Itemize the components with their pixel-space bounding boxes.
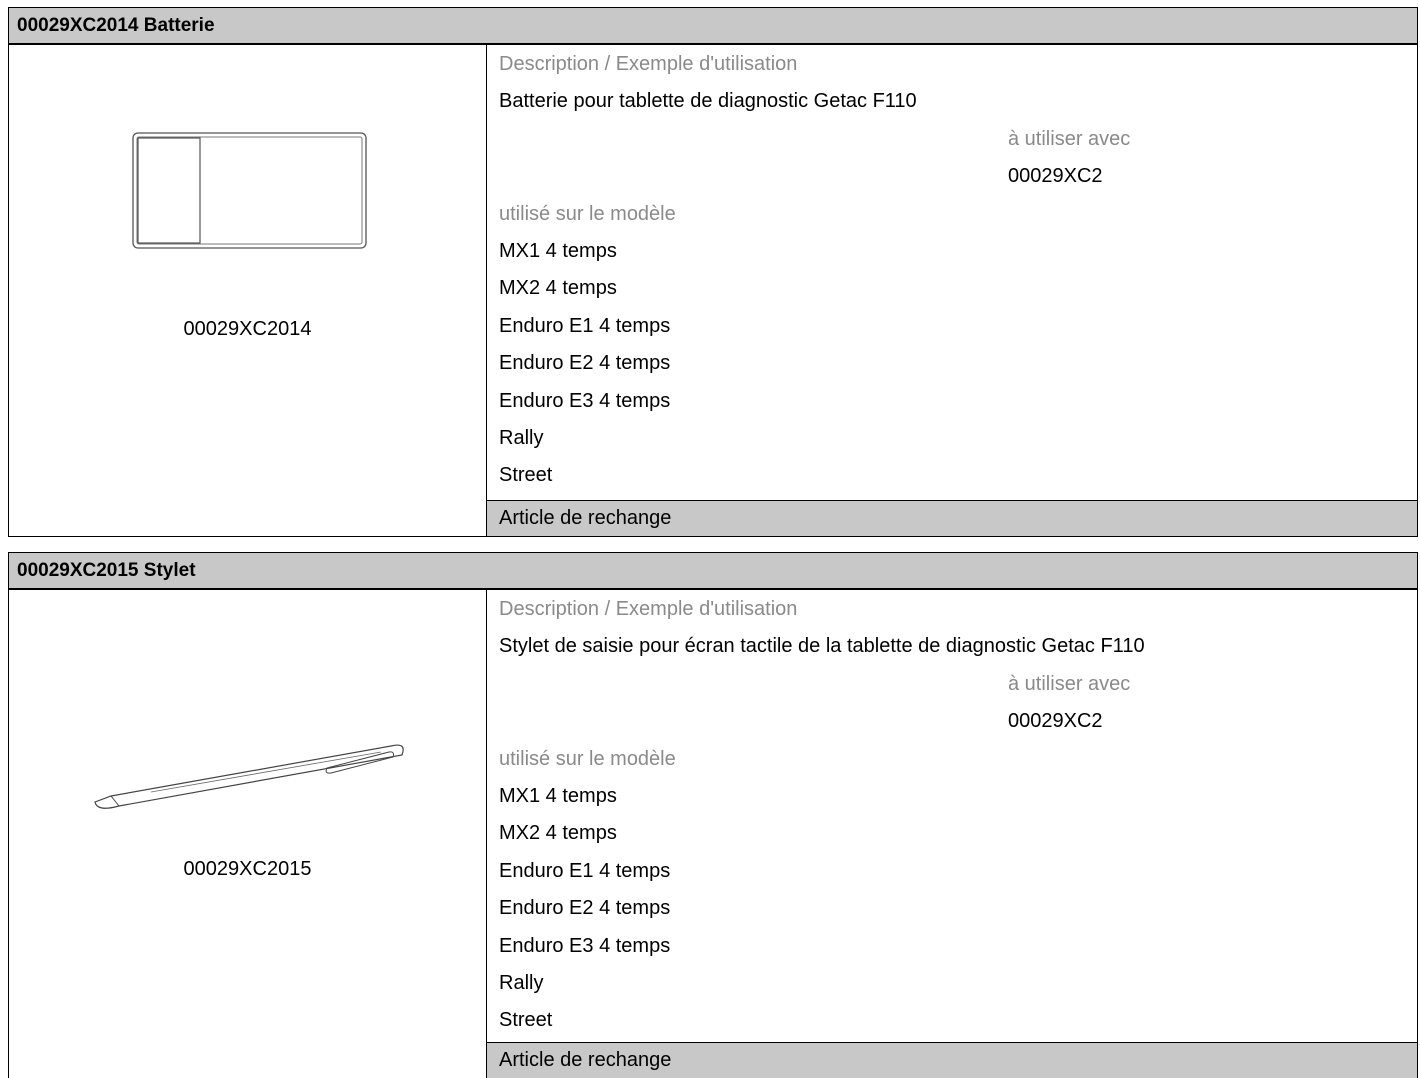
model-item: MX2 4 temps [499,822,617,844]
model-item: MX2 4 temps [499,277,617,299]
model-item: Enduro E1 4 temps [499,860,671,882]
product-header: 00029XC2015 Stylet [8,552,1418,590]
product-header: 00029XC2014 Batterie [8,7,1418,45]
models-label: utilisé sur le modèle [499,748,676,770]
use-with-label: à utiliser avec [1008,128,1131,150]
model-item: Rally [499,972,544,994]
product-image-caption: 00029XC2015 [183,858,312,880]
description-text: Batterie pour tablette de diagnostic Get… [499,90,917,112]
product-card-battery: 00029XC2014 Batterie 00029XC2014 Descrip… [8,7,1418,537]
battery-icon [132,132,367,249]
model-item: Enduro E3 4 temps [499,390,671,412]
model-item: Enduro E2 4 temps [499,897,671,919]
description-label: Description / Exemple d'utilisation [499,598,798,620]
product-info: Description / Exemple d'utilisation Styl… [487,590,1417,1078]
use-with-value: 00029XC2 [1008,710,1103,732]
description-label: Description / Exemple d'utilisation [499,53,798,75]
use-with-label: à utiliser avec [1008,673,1131,695]
product-card-stylus: 00029XC2015 Stylet 00029XC2015 Descripti… [8,552,1418,1078]
model-item: MX1 4 temps [499,240,617,262]
model-item: MX1 4 temps [499,785,617,807]
model-item: Enduro E3 4 temps [499,935,671,957]
model-item: Street [499,464,553,486]
models-label: utilisé sur le modèle [499,203,676,225]
spare-part-bar: Article de rechange [487,500,1417,536]
model-item: Enduro E1 4 temps [499,315,671,337]
stylus-icon [94,744,404,809]
product-image-cell: 00029XC2014 [9,45,486,536]
use-with-value: 00029XC2 [1008,165,1103,187]
product-info: Description / Exemple d'utilisation Batt… [487,45,1417,536]
spare-part-bar: Article de rechange [487,1042,1417,1078]
product-image-cell: 00029XC2015 [9,590,486,1078]
model-item: Enduro E2 4 temps [499,352,671,374]
model-item: Rally [499,427,544,449]
description-text: Stylet de saisie pour écran tactile de l… [499,635,1145,657]
product-image-caption: 00029XC2014 [183,318,312,340]
model-item: Street [499,1009,553,1031]
